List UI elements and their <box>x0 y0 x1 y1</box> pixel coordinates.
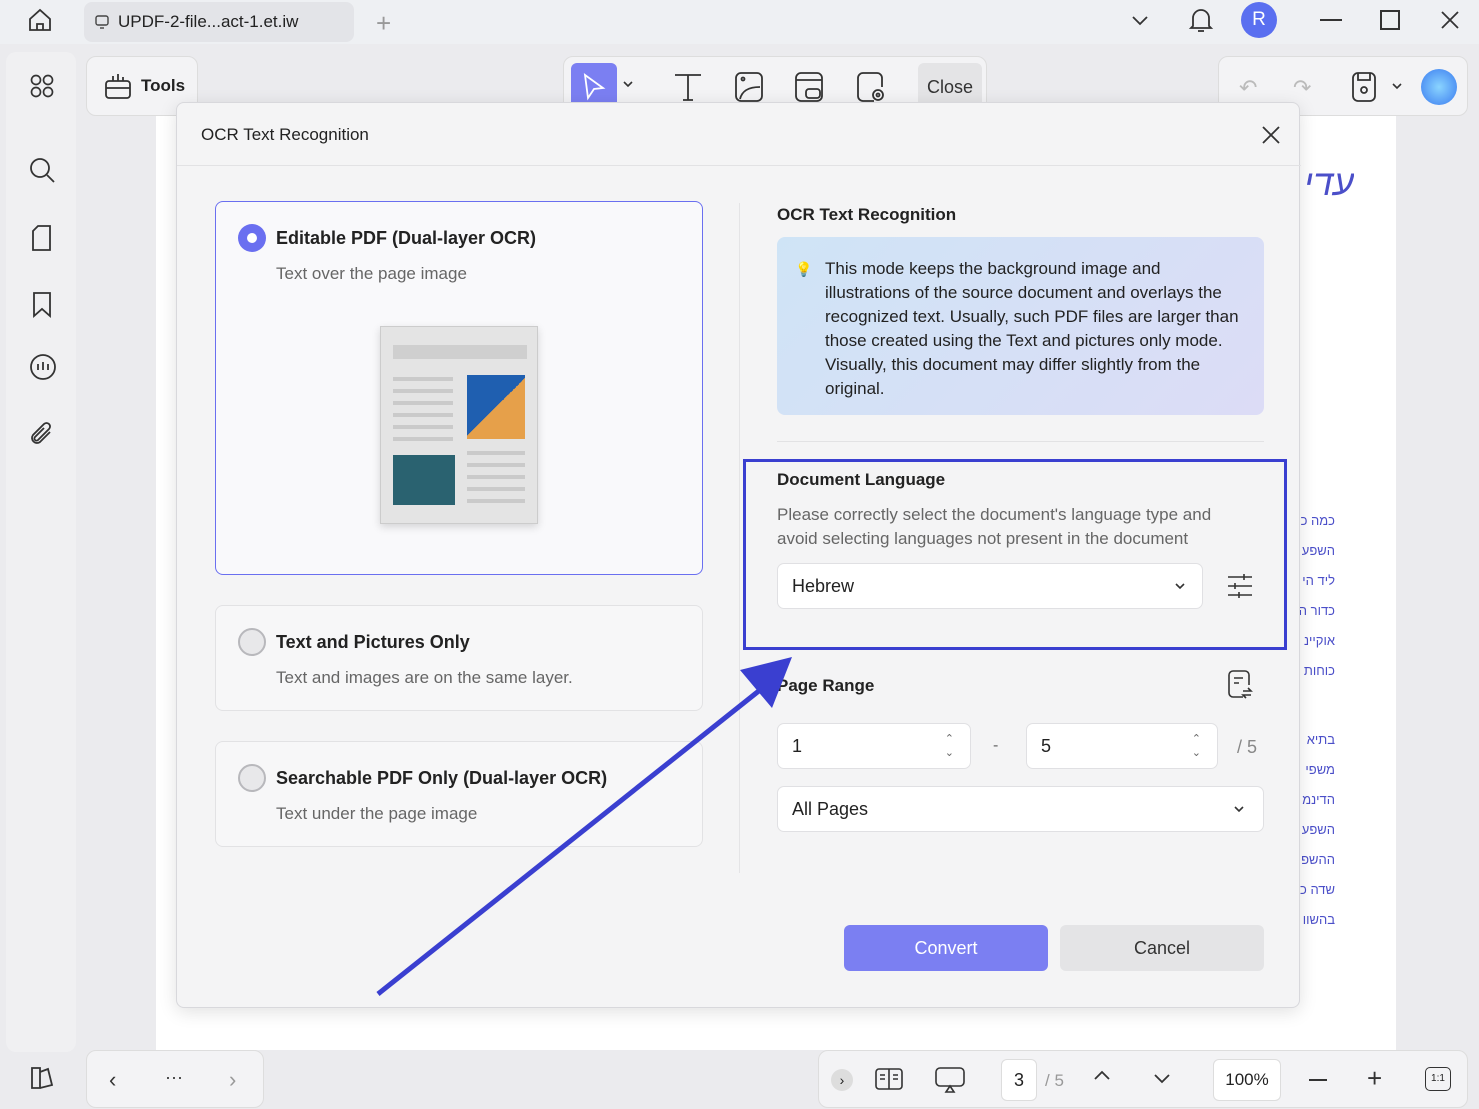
document-tab[interactable]: UPDF-2-file...act-1.et.iw <box>84 2 354 42</box>
zoom-input[interactable]: 100% <box>1213 1059 1281 1101</box>
page-to-input[interactable]: 5 ⌃ ⌄ <box>1026 723 1218 769</box>
radio-selected[interactable] <box>238 224 266 252</box>
mode-subtitle: Text under the page image <box>276 804 478 823</box>
image-tool-icon[interactable] <box>734 71 764 103</box>
document-line: כוחות <box>1303 663 1335 678</box>
section-title: OCR Text Recognition <box>777 205 957 224</box>
page-range-icon[interactable] <box>1227 669 1253 699</box>
document-line: השפע <box>1301 822 1335 837</box>
new-tab-button[interactable]: + <box>376 8 391 39</box>
document-line: בהשוו <box>1302 912 1335 927</box>
ai-assistant-icon[interactable] <box>1421 69 1457 105</box>
redo-icon[interactable]: ↷ <box>1293 75 1311 101</box>
undo-icon[interactable]: ↶ <box>1239 75 1257 101</box>
page-icon[interactable] <box>28 224 56 252</box>
actual-size-button[interactable]: 1:1 <box>1425 1067 1451 1091</box>
page-range-select[interactable]: All Pages <box>777 786 1264 832</box>
info-text: This mode keeps the background image and… <box>825 259 1239 398</box>
ocr-dialog: OCR Text Recognition Editable PDF (Dual-… <box>176 102 1301 1008</box>
presentation-icon[interactable] <box>935 1067 965 1093</box>
document-line: הדינמ <box>1302 792 1335 807</box>
document-line: כדור ה <box>1300 603 1335 618</box>
comment-icon[interactable] <box>28 354 56 382</box>
chevron-down-icon <box>1233 804 1245 814</box>
page-to-value: 5 <box>1041 735 1052 756</box>
mode-searchable-pdf[interactable]: Searchable PDF Only (Dual-layer OCR) Tex… <box>215 741 703 847</box>
bell-icon[interactable] <box>1188 6 1214 34</box>
chevron-down-icon[interactable] <box>622 79 634 89</box>
close-icon[interactable] <box>1261 125 1281 145</box>
chevron-up-icon[interactable] <box>1093 1069 1111 1081</box>
page-from-input[interactable]: 1 ⌃ ⌄ <box>777 723 971 769</box>
more-button[interactable]: ··· <box>165 1067 183 1088</box>
home-icon[interactable] <box>26 6 54 34</box>
mode-title: Text and Pictures Only <box>276 632 470 652</box>
radio-unselected[interactable] <box>238 628 266 656</box>
apps-icon[interactable] <box>28 72 56 100</box>
document-line: שדה כ <box>1300 882 1335 897</box>
page-range-label: Page Range <box>777 676 875 695</box>
minimize-button[interactable] <box>1320 19 1342 21</box>
bookmark-icon[interactable] <box>28 290 56 318</box>
maximize-button[interactable] <box>1380 10 1400 30</box>
range-dash: - <box>993 737 999 754</box>
mode-subtitle: Text and images are on the same layer. <box>276 668 573 687</box>
info-box: 💡 This mode keeps the background image a… <box>777 237 1264 415</box>
bottom-toolbar: › 3 / 5 100% + 1:1 <box>818 1050 1468 1108</box>
page-range-value: All Pages <box>792 798 869 819</box>
chevron-down-icon[interactable] <box>1391 81 1403 91</box>
mode-text-and-pictures[interactable]: Text and Pictures Only Text and images a… <box>215 605 703 711</box>
tab-title: UPDF-2-file...act-1.et.iw <box>118 12 299 31</box>
dialog-title: OCR Text Recognition <box>201 125 369 144</box>
page-from-value: 1 <box>792 735 803 756</box>
chevron-right-icon[interactable]: › <box>229 1067 236 1093</box>
document-line: ליד הי <box>1302 573 1335 588</box>
text-tool-icon[interactable] <box>672 71 704 103</box>
page-total: / 5 <box>1045 1071 1064 1090</box>
zoom-in-button[interactable]: + <box>1367 1063 1382 1094</box>
page-nav-left: ‹ ··· › <box>86 1050 264 1108</box>
document-preview-image <box>380 326 538 524</box>
document-line: כמה כ <box>1300 513 1335 528</box>
reading-mode-icon[interactable] <box>875 1067 903 1091</box>
monitor-icon <box>94 14 110 30</box>
document-line: אוקיינ <box>1303 633 1335 648</box>
left-sidebar <box>6 52 76 1089</box>
page-number-input[interactable]: 3 <box>1001 1059 1037 1101</box>
close-window-button[interactable] <box>1440 10 1460 30</box>
save-icon[interactable] <box>1351 71 1377 103</box>
mode-title: Editable PDF (Dual-layer OCR) <box>276 228 537 248</box>
cancel-button[interactable]: Cancel <box>1060 925 1264 971</box>
avatar[interactable]: R <box>1241 2 1277 38</box>
chevron-left-icon[interactable]: ‹ <box>109 1067 116 1093</box>
lightbulb-icon: 💡 <box>795 261 813 277</box>
mode-title: Searchable PDF Only (Dual-layer OCR) <box>276 768 608 788</box>
chevron-down-icon[interactable] <box>1130 10 1150 30</box>
highlight-box <box>743 459 1287 650</box>
link-tool-icon[interactable] <box>856 71 886 103</box>
chevron-down-icon[interactable] <box>1153 1073 1171 1085</box>
stepper-icon[interactable]: ⌃ ⌄ <box>945 732 954 760</box>
collapse-icon[interactable]: › <box>831 1069 853 1091</box>
document-line: השפע <box>1301 543 1335 558</box>
page-total: / 5 <box>1237 737 1258 757</box>
document-line: משפי <box>1305 762 1335 777</box>
stepper-icon[interactable]: ⌃ ⌄ <box>1192 732 1201 760</box>
mode-subtitle: Text over the page image <box>276 264 467 283</box>
document-line: בתיא <box>1306 732 1335 747</box>
toolbox-icon <box>103 71 133 101</box>
radio-unselected[interactable] <box>238 764 266 792</box>
tools-label: Tools <box>141 76 186 95</box>
form-tool-icon[interactable] <box>794 71 824 103</box>
zoom-out-button[interactable] <box>1309 1079 1327 1081</box>
mode-editable-pdf[interactable]: Editable PDF (Dual-layer OCR) Text over … <box>215 201 703 575</box>
theme-icon[interactable] <box>28 1064 56 1092</box>
convert-button[interactable]: Convert <box>844 925 1048 971</box>
search-icon[interactable] <box>28 156 56 184</box>
document-line: ההשפ <box>1301 852 1335 867</box>
attachment-icon[interactable] <box>28 420 56 448</box>
